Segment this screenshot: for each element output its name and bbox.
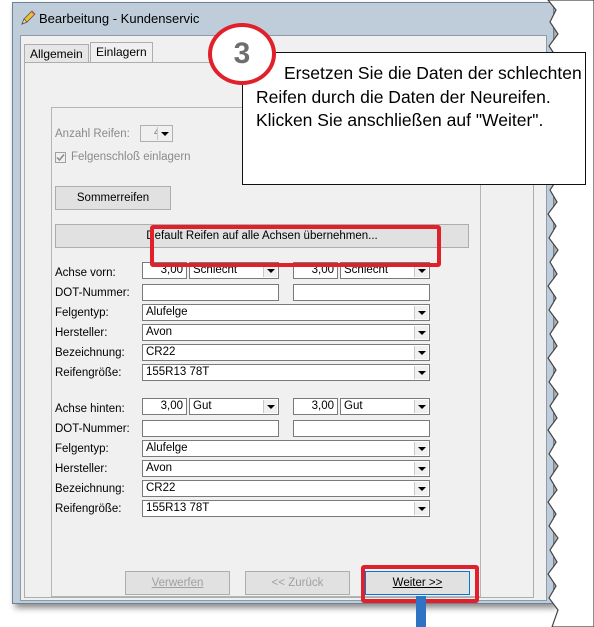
tab-einlagern[interactable]: Einlagern [90, 42, 153, 63]
rear-right-state-value: Gut [344, 400, 363, 412]
chevron-down-icon [414, 326, 428, 339]
arrow-up-icon [416, 596, 426, 627]
front-left-dot-input[interactable] [142, 284, 279, 301]
front-hersteller-value: Avon [146, 326, 173, 338]
verwerfen-button-label: Verwerfen [151, 577, 204, 589]
chevron-down-icon [414, 400, 428, 413]
chevron-down-icon [414, 462, 428, 475]
rear-felgentyp-value: Alufelge [146, 442, 188, 454]
rear-left-depth-input[interactable]: 3,00 [142, 398, 187, 415]
rear-dot-label: DOT-Nummer: [55, 423, 130, 435]
title-bar[interactable]: Bearbeitung - Kundenservic [13, 3, 553, 33]
verwerfen-button[interactable]: Verwerfen [125, 571, 230, 595]
rear-left-dot-input[interactable] [142, 420, 279, 437]
rear-left-state-select[interactable]: Gut [189, 398, 279, 415]
rear-left-depth-value: 3,00 [160, 400, 183, 412]
chevron-down-icon [414, 366, 428, 379]
front-reifengroesse-label: Reifengröße: [55, 367, 122, 379]
front-felgentyp-value: Alufelge [146, 306, 188, 318]
tab-einlagern-label: Einlagern [96, 45, 147, 59]
front-dot-label: DOT-Nummer: [55, 287, 130, 299]
front-felgentyp-select[interactable]: Alufelge [142, 304, 430, 321]
sommerreifen-button[interactable]: Sommerreifen [55, 186, 171, 210]
window-title: Bearbeitung - Kundenservic [39, 11, 200, 26]
rear-right-depth-value: 3,00 [311, 400, 334, 412]
chevron-down-icon [414, 482, 428, 495]
chevron-down-icon [263, 400, 277, 413]
highlight-front-axle [150, 225, 441, 267]
chevron-down-icon [414, 346, 428, 359]
front-hersteller-label: Hersteller: [55, 327, 108, 339]
zurueck-button-label: << Zurück [271, 577, 324, 589]
checkmark-icon [56, 154, 65, 162]
pencil-icon [21, 10, 36, 25]
achse-hinten-label: Achse hinten: [55, 403, 125, 415]
front-bezeichnung-label: Bezeichnung: [55, 347, 125, 359]
rear-bezeichnung-label: Bezeichnung: [55, 483, 125, 495]
rear-felgentyp-select[interactable]: Alufelge [142, 440, 430, 457]
rear-right-state-select[interactable]: Gut [340, 398, 430, 415]
tab-allgemein-label: Allgemein [30, 47, 83, 61]
front-bezeichnung-select[interactable]: CR22 [142, 344, 430, 361]
front-reifengroesse-value: 155R13 78T [146, 366, 210, 378]
front-reifengroesse-select[interactable]: 155R13 78T [142, 364, 430, 381]
anzahl-reifen-label: Anzahl Reifen: [55, 128, 130, 140]
zurueck-button[interactable]: << Zurück [245, 571, 350, 595]
achse-vorn-label: Achse vorn: [55, 267, 116, 279]
tab-allgemein[interactable]: Allgemein [24, 44, 89, 63]
rear-reifengroesse-label: Reifengröße: [55, 503, 122, 515]
rear-bezeichnung-select[interactable]: CR22 [142, 480, 430, 497]
chevron-down-icon [414, 502, 428, 515]
rear-hersteller-value: Avon [146, 462, 173, 474]
chevron-down-icon [157, 127, 171, 140]
front-felgentyp-label: Felgentyp: [55, 307, 109, 319]
chevron-down-icon [414, 442, 428, 455]
felgenschloss-checkbox[interactable] [55, 152, 66, 163]
felgenschloss-label: Felgenschloß einlagern [71, 151, 191, 163]
rear-left-state-value: Gut [193, 400, 212, 412]
rear-right-depth-input[interactable]: 3,00 [293, 398, 338, 415]
rear-bezeichnung-value: CR22 [146, 482, 176, 494]
rear-hersteller-label: Hersteller: [55, 463, 108, 475]
chevron-down-icon [414, 306, 428, 319]
rear-reifengroesse-value: 155R13 78T [146, 502, 210, 514]
rear-felgentyp-label: Felgentyp: [55, 443, 109, 455]
front-bezeichnung-value: CR22 [146, 346, 176, 358]
rear-reifengroesse-select[interactable]: 155R13 78T [142, 500, 430, 517]
rear-hersteller-select[interactable]: Avon [142, 460, 430, 477]
instruction-text: Ersetzen Sie die Daten der schlechten Re… [256, 63, 582, 130]
front-hersteller-select[interactable]: Avon [142, 324, 430, 341]
front-right-dot-input[interactable] [293, 284, 430, 301]
sommerreifen-button-label: Sommerreifen [76, 192, 150, 204]
rear-right-dot-input[interactable] [293, 420, 430, 437]
anzahl-reifen-select[interactable]: 4 [140, 125, 173, 142]
step-number-badge: 3 [208, 23, 276, 85]
